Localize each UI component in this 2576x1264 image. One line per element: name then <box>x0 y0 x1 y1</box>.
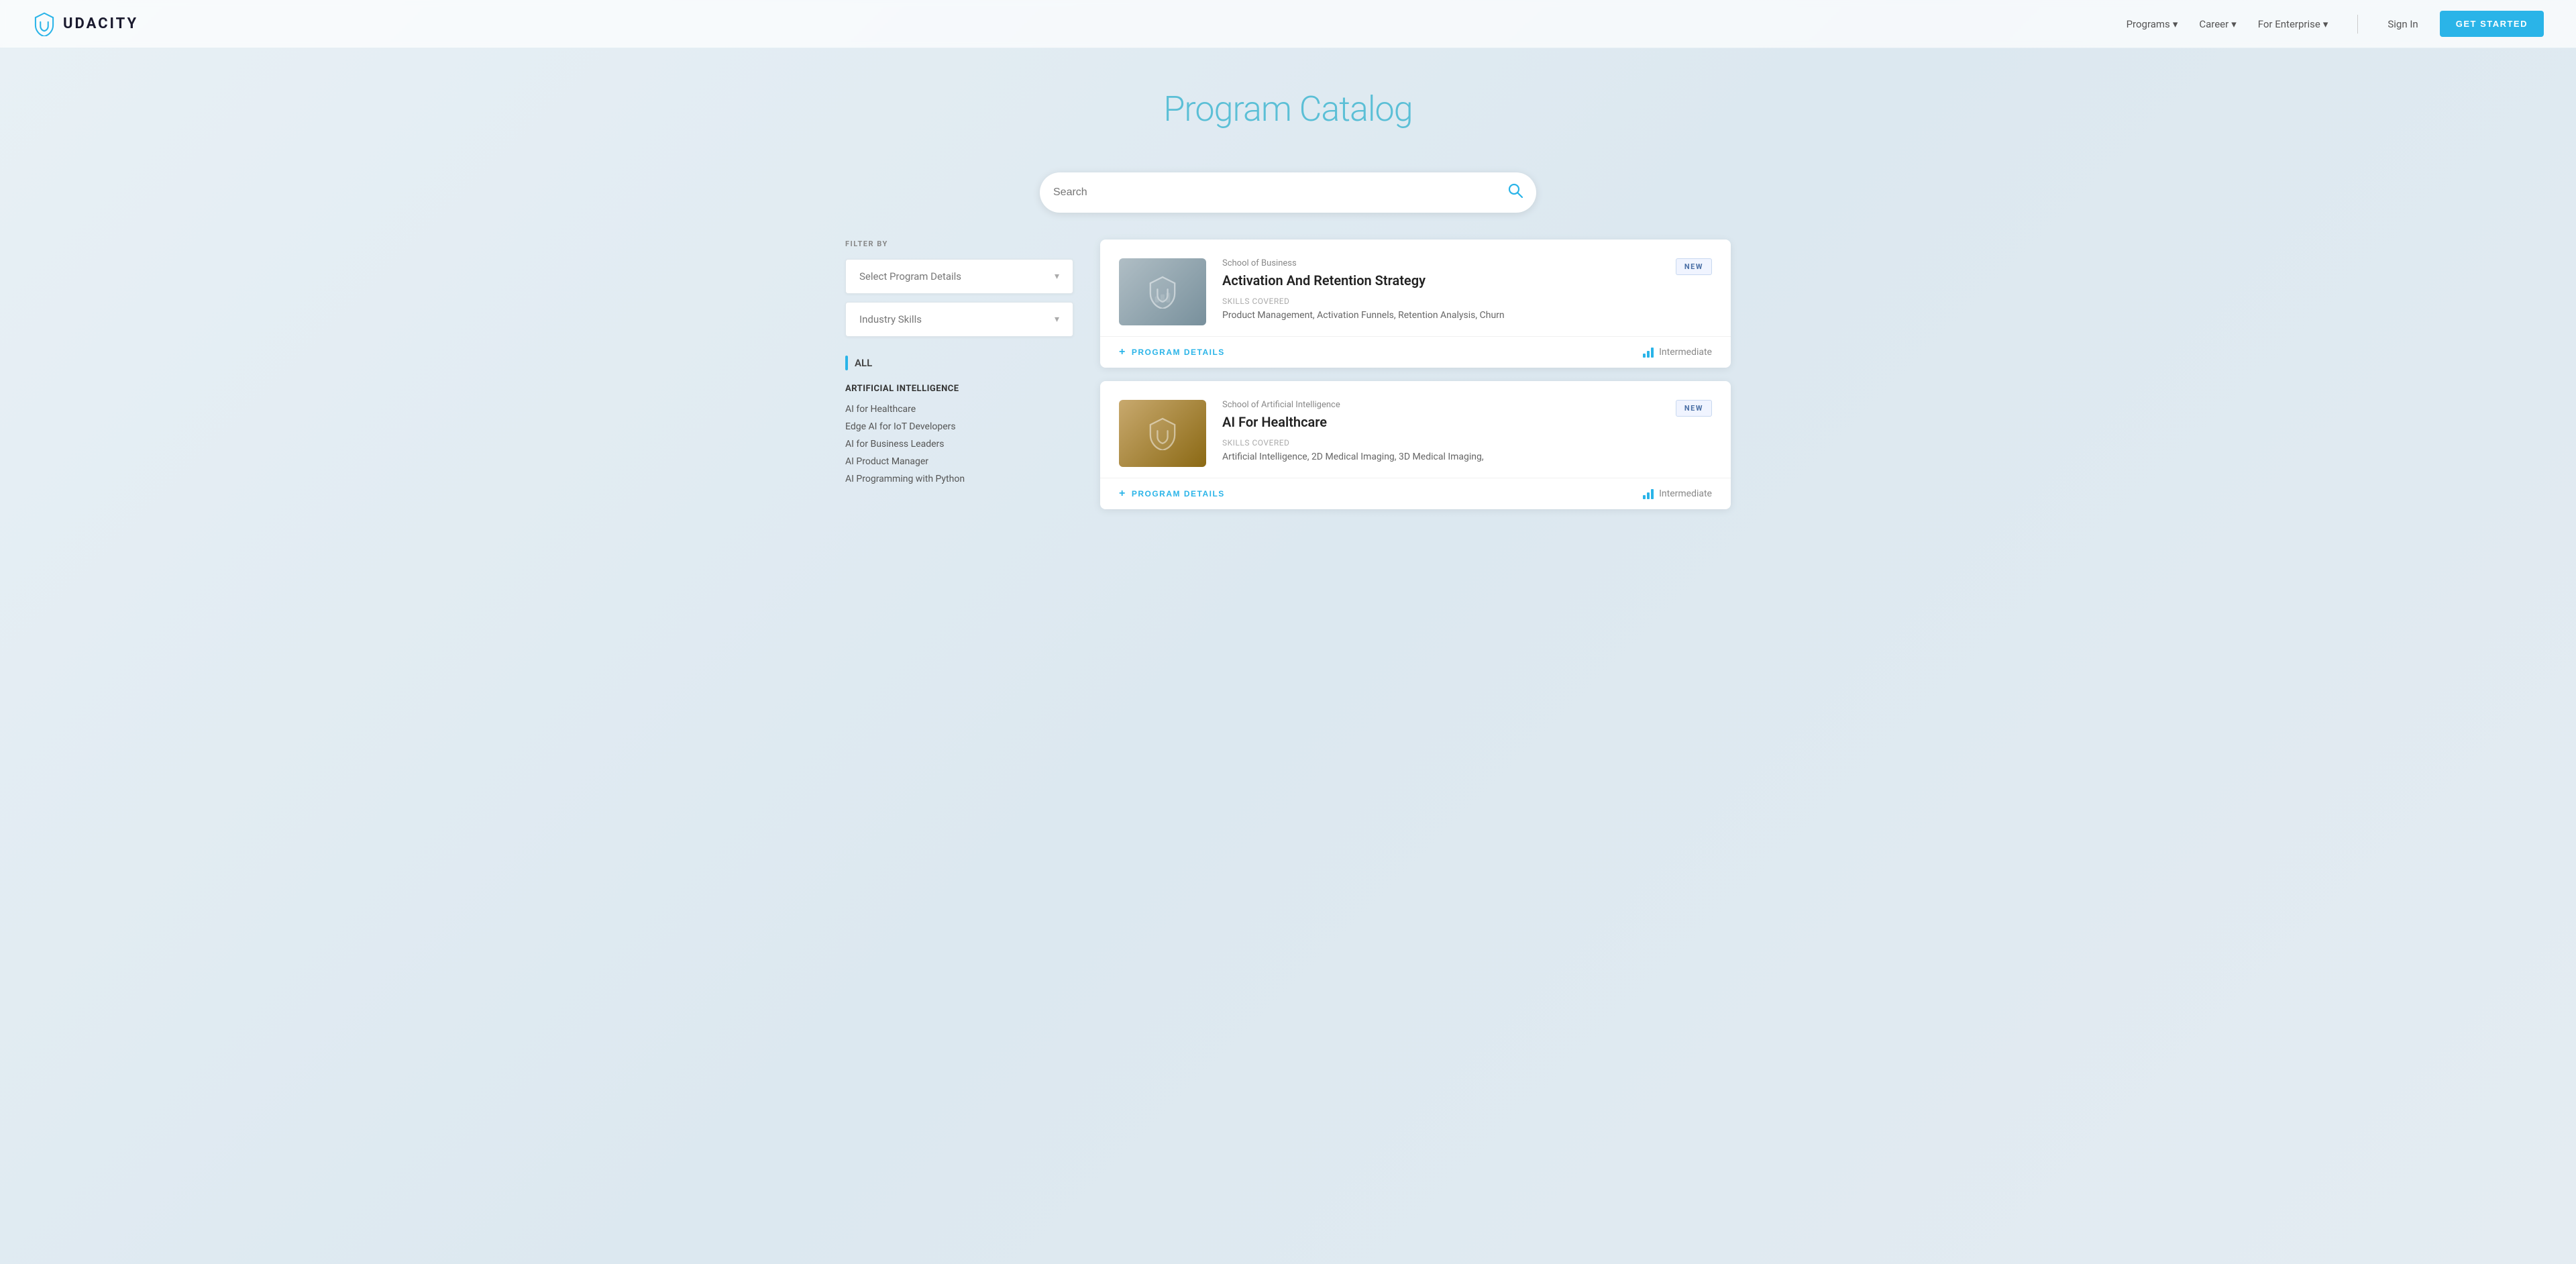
all-filter[interactable]: ALL <box>845 356 1073 370</box>
card-school: School of Business <box>1222 258 1660 268</box>
list-item[interactable]: Edge AI for IoT Developers <box>845 418 1073 435</box>
program-card: School of Business Activation And Retent… <box>1100 240 1731 368</box>
thumb-udacity-logo <box>1146 275 1179 309</box>
program-thumbnail <box>1119 258 1206 325</box>
nav-enterprise[interactable]: For Enterprise ▾ <box>2258 18 2328 30</box>
list-item[interactable]: AI Programming with Python <box>845 470 1073 488</box>
page-title: Program Catalog <box>13 89 2563 129</box>
udacity-logo-icon <box>32 12 56 36</box>
card-title: AI For Healthcare <box>1222 414 1660 430</box>
skills-label: Skills Covered <box>1222 297 1660 306</box>
list-item[interactable]: AI for Healthcare <box>845 401 1073 418</box>
level-icon <box>1643 347 1654 358</box>
level-icon <box>1643 488 1654 499</box>
thumb-udacity-logo <box>1146 417 1179 450</box>
category-ai-title: ARTIFICIAL INTELLIGENCE <box>845 384 1073 394</box>
chevron-down-icon: ▾ <box>2173 18 2178 30</box>
nav-divider <box>2357 15 2358 34</box>
all-bar-indicator <box>845 356 848 370</box>
card-footer: + PROGRAM DETAILS Intermediate <box>1100 336 1731 368</box>
card-footer: + PROGRAM DETAILS Intermediate <box>1100 478 1731 509</box>
category-ai-list: AI for Healthcare Edge AI for IoT Develo… <box>845 401 1073 488</box>
new-badge: NEW <box>1676 258 1712 275</box>
program-details-filter[interactable]: Select Program Details ▾ <box>845 259 1073 294</box>
card-content: School of Business Activation And Retent… <box>1222 258 1660 323</box>
signin-button[interactable]: Sign In <box>2387 18 2418 30</box>
chevron-down-icon: ▾ <box>1055 314 1059 325</box>
nav-links: Programs ▾ Career ▾ For Enterprise ▾ Sig… <box>2127 11 2544 37</box>
main-layout: FILTER BY Select Program Details ▾ Indus… <box>818 240 1758 509</box>
chevron-down-icon: ▾ <box>2231 18 2237 30</box>
search-input[interactable] <box>1053 187 1508 199</box>
level-text: Intermediate <box>1659 347 1712 358</box>
search-box <box>1040 172 1536 213</box>
logo-text: UDACITY <box>63 15 138 32</box>
chevron-down-icon: ▾ <box>1055 271 1059 282</box>
card-title: Activation And Retention Strategy <box>1222 272 1660 288</box>
navbar: UDACITY Programs ▾ Career ▾ For Enterpri… <box>0 0 2576 48</box>
plus-icon: + <box>1119 488 1126 500</box>
search-button[interactable] <box>1508 183 1523 202</box>
program-details-button[interactable]: + PROGRAM DETAILS <box>1119 488 1225 500</box>
level-text: Intermediate <box>1659 488 1712 499</box>
filter-label: FILTER BY <box>845 240 1073 248</box>
level-indicator: Intermediate <box>1643 347 1712 358</box>
plus-icon: + <box>1119 346 1126 358</box>
card-top: School of Artificial Intelligence AI For… <box>1100 381 1731 478</box>
search-section <box>1026 172 1550 213</box>
industry-skills-filter[interactable]: Industry Skills ▾ <box>845 302 1073 337</box>
nav-career[interactable]: Career ▾ <box>2199 18 2236 30</box>
sidebar: FILTER BY Select Program Details ▾ Indus… <box>845 240 1073 509</box>
program-details-button[interactable]: + PROGRAM DETAILS <box>1119 346 1225 358</box>
program-thumbnail <box>1119 400 1206 467</box>
search-icon <box>1508 183 1523 198</box>
chevron-down-icon: ▾ <box>2323 18 2328 30</box>
card-school: School of Artificial Intelligence <box>1222 400 1660 410</box>
new-badge: NEW <box>1676 400 1712 417</box>
nav-programs[interactable]: Programs ▾ <box>2127 18 2178 30</box>
list-item[interactable]: AI Product Manager <box>845 453 1073 470</box>
program-list: School of Business Activation And Retent… <box>1100 240 1731 509</box>
skills-text: Product Management, Activation Funnels, … <box>1222 309 1660 323</box>
hero-section: Program Catalog <box>0 48 2576 156</box>
card-top: School of Business Activation And Retent… <box>1100 240 1731 336</box>
logo[interactable]: UDACITY <box>32 12 138 36</box>
skills-text: Artificial Intelligence, 2D Medical Imag… <box>1222 450 1660 464</box>
list-item[interactable]: AI for Business Leaders <box>845 435 1073 453</box>
card-content: School of Artificial Intelligence AI For… <box>1222 400 1660 464</box>
level-indicator: Intermediate <box>1643 488 1712 499</box>
program-card: School of Artificial Intelligence AI For… <box>1100 381 1731 509</box>
skills-label: Skills Covered <box>1222 438 1660 447</box>
get-started-button[interactable]: GET STARTED <box>2440 11 2544 37</box>
